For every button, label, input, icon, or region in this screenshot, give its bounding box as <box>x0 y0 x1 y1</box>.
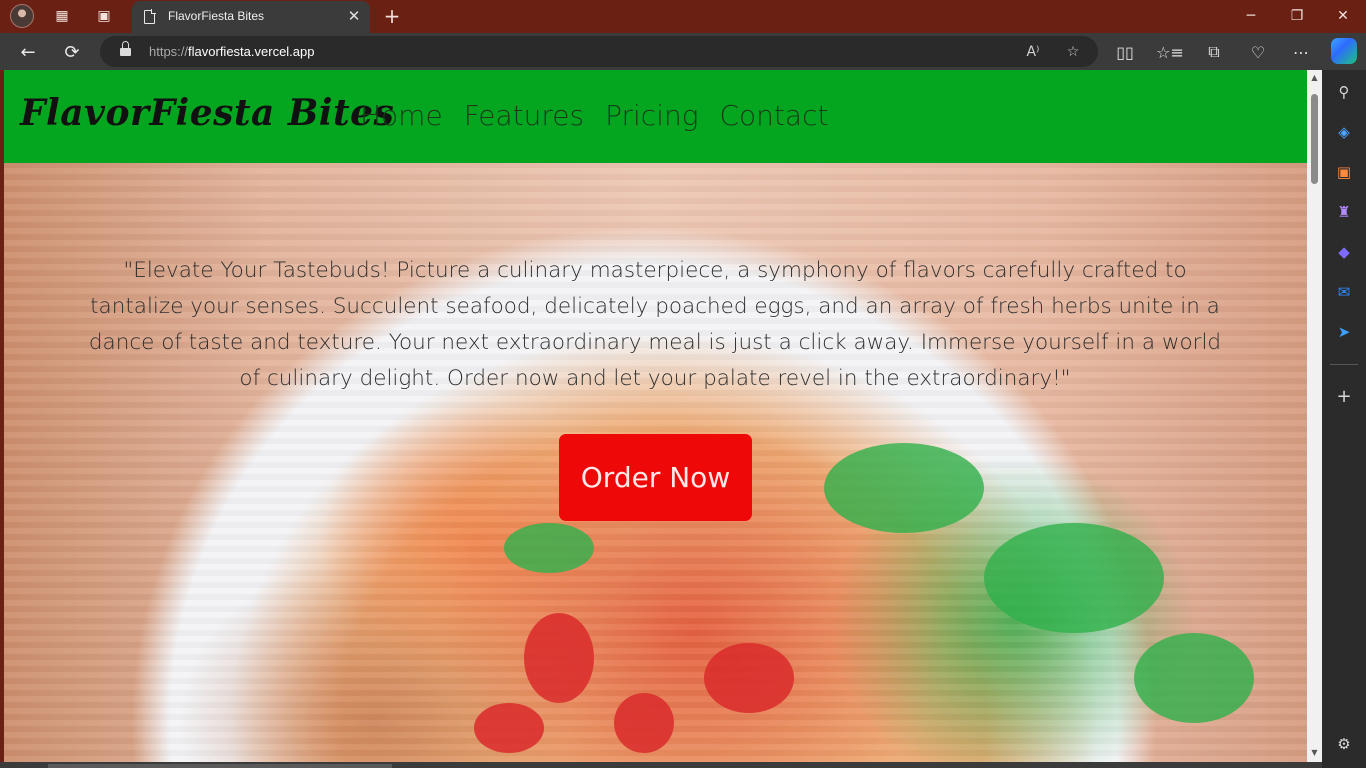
add-icon[interactable]: + <box>1332 384 1356 408</box>
browser-toolbar: ← ⟳ https://flavorfiesta.vercel.app A⁾ ☆… <box>0 33 1366 70</box>
page-scrollbar[interactable]: ▲ ▼ <box>1307 70 1322 762</box>
minimize-button[interactable]: ─ <box>1231 4 1271 28</box>
sidebar-divider <box>1330 364 1358 365</box>
settings-gear-icon[interactable]: ⚙ <box>1332 732 1356 756</box>
herb-decoration <box>1134 633 1254 723</box>
chili-decoration <box>524 613 594 703</box>
lock-icon[interactable] <box>120 41 131 57</box>
outlook-icon[interactable]: ✉ <box>1332 280 1356 304</box>
maximize-button[interactable]: ❐ <box>1277 4 1317 28</box>
browser-titlebar: ▦ ▣ FlavorFiesta Bites ✕ + ─ ❐ ✕ <box>0 0 1366 33</box>
hero-section: "Elevate Your Tastebuds! Picture a culin… <box>4 163 1307 762</box>
url-text[interactable]: https://flavorfiesta.vercel.app <box>149 44 314 59</box>
chili-decoration <box>614 693 674 753</box>
tab-close-icon[interactable]: ✕ <box>344 6 364 26</box>
read-aloud-icon[interactable]: A⁾ <box>1021 40 1045 64</box>
hero-tagline: "Elevate Your Tastebuds! Picture a culin… <box>88 258 1222 391</box>
nav-home[interactable]: Home <box>360 99 443 132</box>
nav-pricing[interactable]: Pricing <box>605 99 698 132</box>
browser-essentials-icon[interactable]: ♡ <box>1244 38 1272 66</box>
favorites-icon[interactable]: ☆≡ <box>1156 38 1184 66</box>
more-menu-icon[interactable]: ⋯ <box>1287 38 1315 66</box>
games-icon[interactable]: ♜ <box>1332 200 1356 224</box>
collections-icon[interactable]: ⧉ <box>1200 38 1228 66</box>
close-window-button[interactable]: ✕ <box>1323 4 1363 28</box>
chili-decoration <box>474 703 544 753</box>
favorite-star-icon[interactable]: ☆ <box>1061 40 1085 64</box>
horizontal-scroll-strip <box>0 762 1322 768</box>
tab-title: FlavorFiesta Bites <box>168 9 265 23</box>
shopping-tag-icon[interactable]: ◈ <box>1332 120 1356 144</box>
workspaces-icon[interactable]: ▦ <box>48 4 76 28</box>
scrollbar-thumb[interactable] <box>1311 94 1318 184</box>
back-button[interactable]: ← <box>14 38 42 66</box>
page-viewport: FlavorFiesta Bites Home Features Pricing… <box>4 70 1307 762</box>
browser-tab-active[interactable]: FlavorFiesta Bites ✕ <box>132 1 370 33</box>
nav-features[interactable]: Features <box>464 99 584 132</box>
order-now-button[interactable]: Order Now <box>559 434 752 521</box>
site-nav: Home Features Pricing Contact <box>360 99 828 132</box>
scroll-down-arrow-icon[interactable]: ▼ <box>1310 748 1319 757</box>
page-icon <box>144 9 156 24</box>
split-screen-icon[interactable]: ▯▯ <box>1111 38 1139 66</box>
site-logo[interactable]: FlavorFiesta Bites <box>20 92 394 134</box>
site-header: FlavorFiesta Bites Home Features Pricing… <box>4 70 1307 163</box>
vertical-tabs-icon[interactable]: ▣ <box>90 4 118 28</box>
copilot-sidebar-icon[interactable]: ◆ <box>1332 240 1356 264</box>
address-bar[interactable]: https://flavorfiesta.vercel.app A⁾ ☆ <box>100 36 1098 67</box>
nav-contact[interactable]: Contact <box>720 99 829 132</box>
copilot-icon[interactable] <box>1331 38 1357 64</box>
search-icon[interactable]: ⚲ <box>1332 80 1356 104</box>
send-icon[interactable]: ➤ <box>1332 320 1356 344</box>
profile-avatar[interactable] <box>10 4 34 28</box>
edge-sidebar: ⚲ ◈ ▣ ♜ ◆ ✉ ➤ + ⚙ <box>1322 70 1366 768</box>
herb-decoration <box>984 523 1164 633</box>
herb-decoration <box>824 443 984 533</box>
chili-decoration <box>704 643 794 713</box>
scroll-up-arrow-icon[interactable]: ▲ <box>1310 73 1319 82</box>
herb-decoration <box>504 523 594 573</box>
new-tab-button[interactable]: + <box>380 4 404 28</box>
refresh-button[interactable]: ⟳ <box>58 38 86 66</box>
tools-briefcase-icon[interactable]: ▣ <box>1332 160 1356 184</box>
